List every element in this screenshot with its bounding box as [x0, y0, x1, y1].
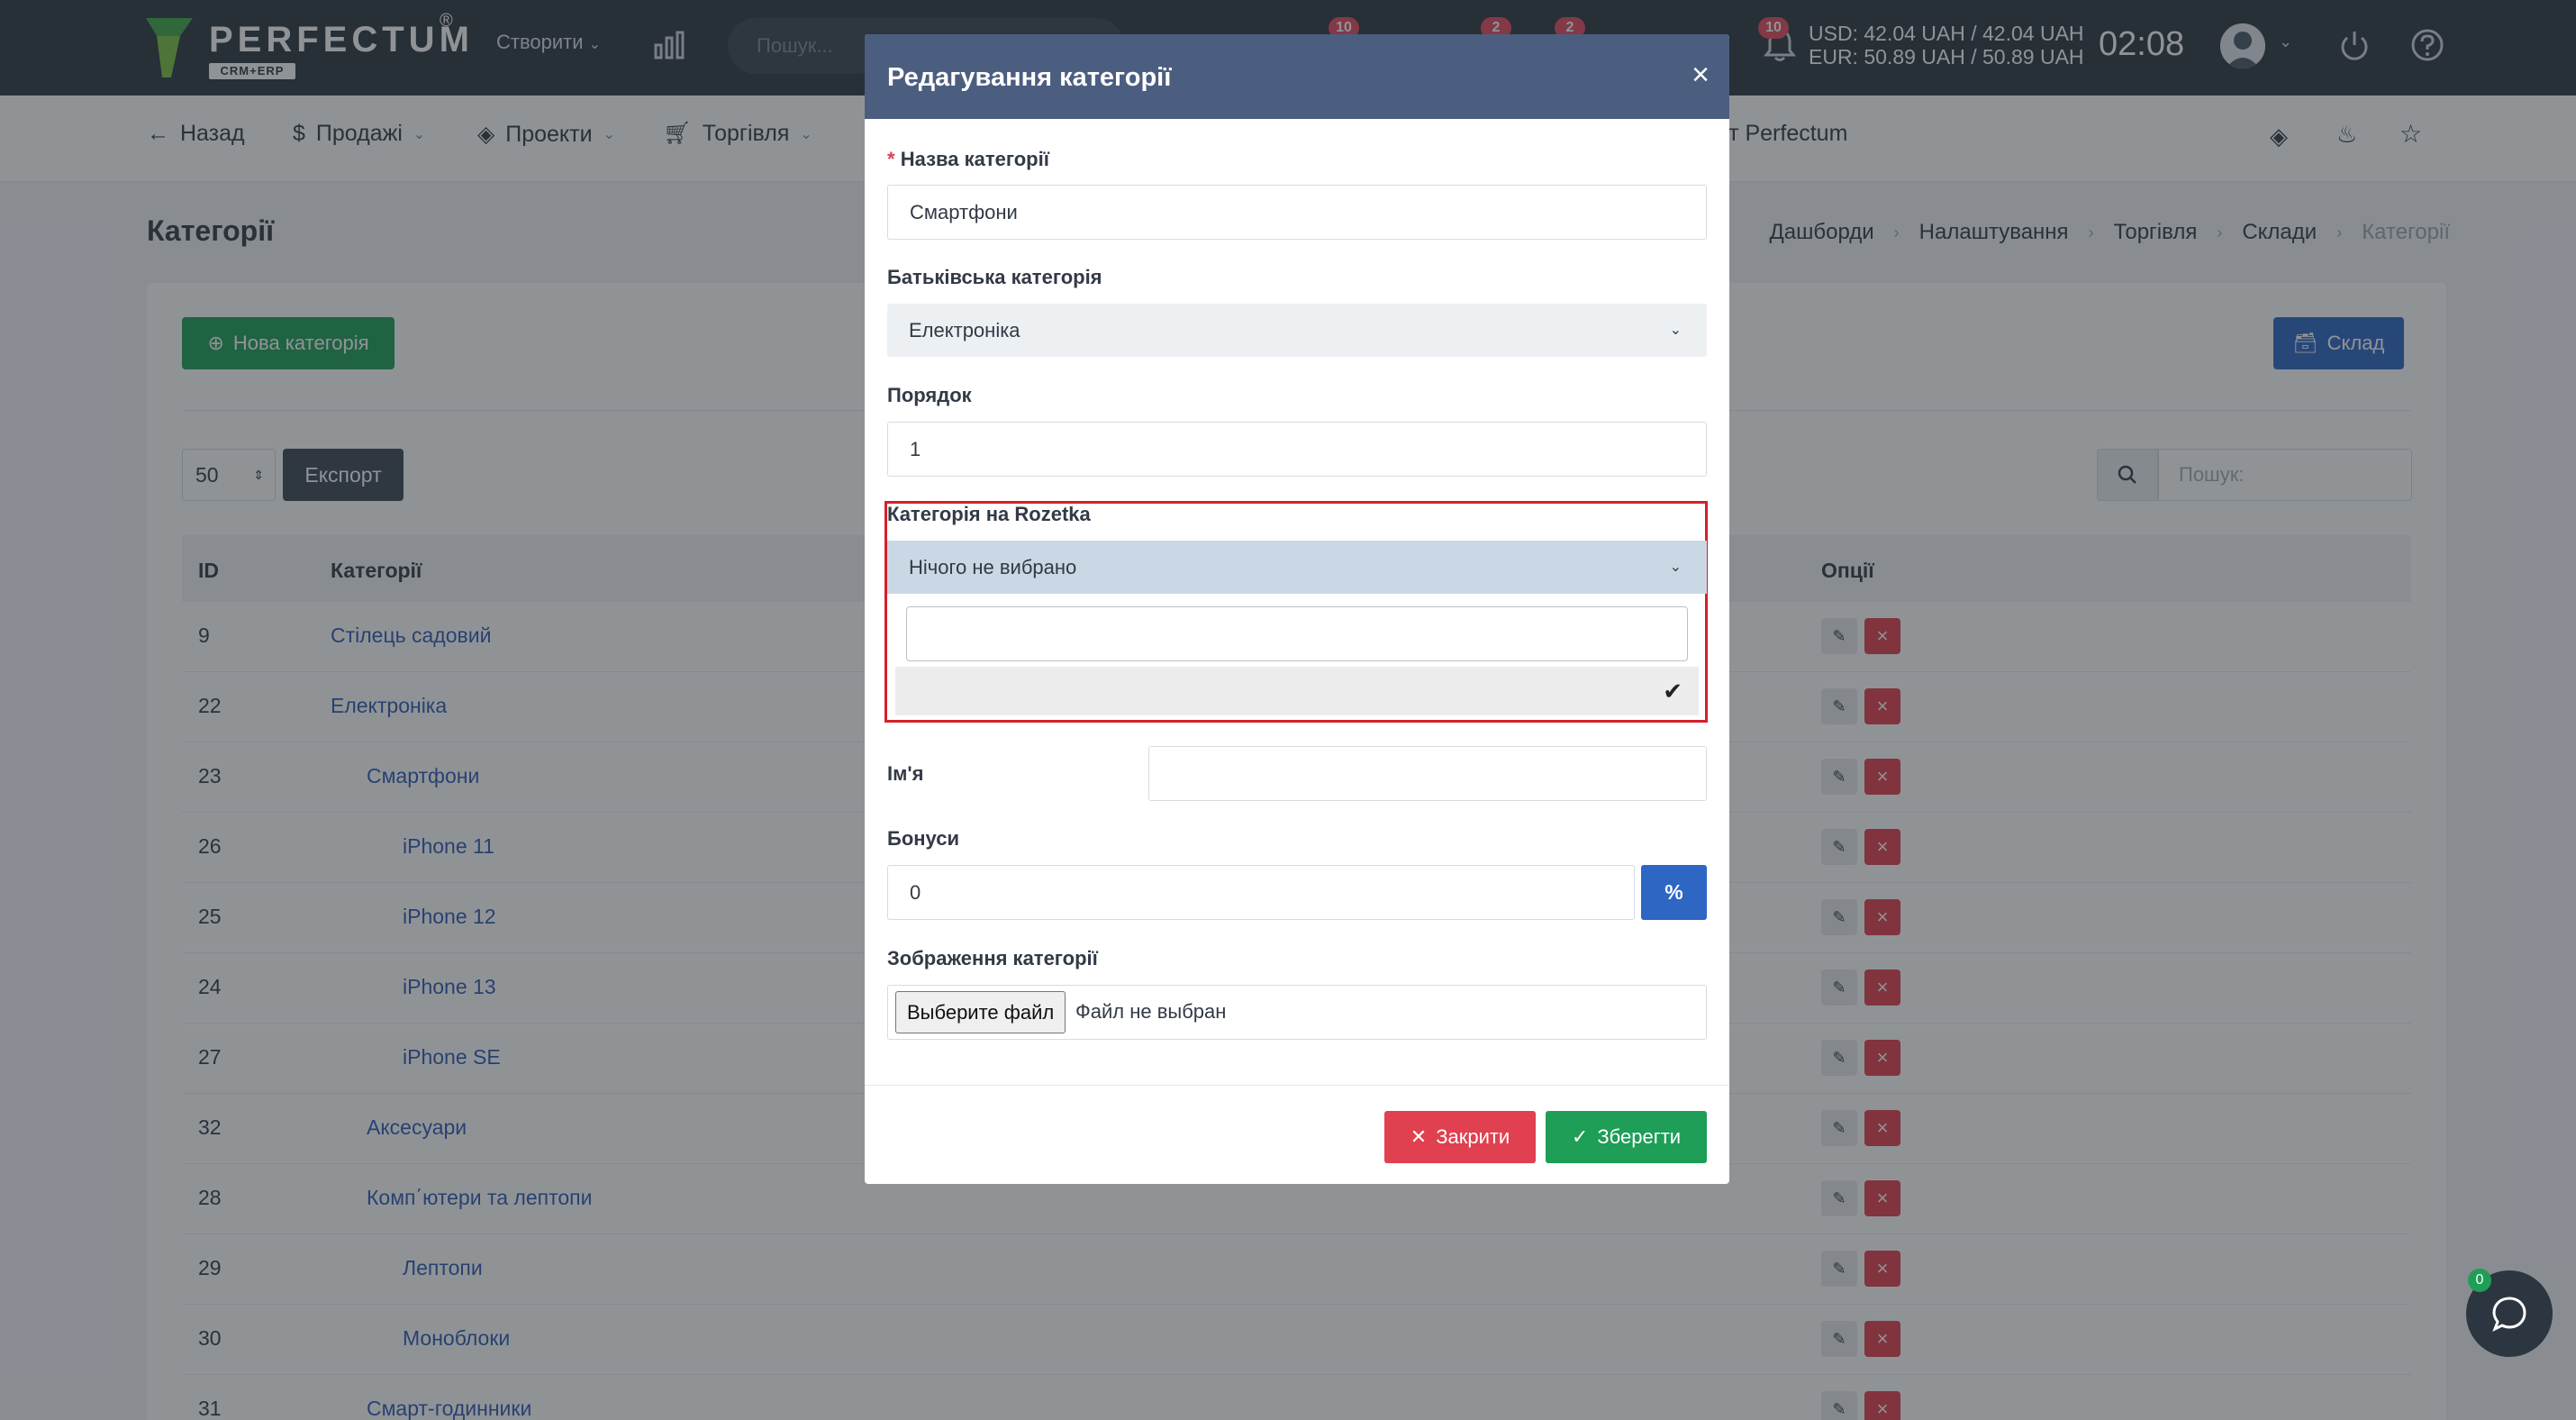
close-button[interactable]: ✕ Закрити	[1384, 1111, 1536, 1163]
modal-title: Редагування категорії	[887, 63, 1172, 92]
save-button-label: Зберегти	[1597, 1125, 1682, 1148]
bonus-input[interactable]: 0	[887, 865, 1635, 920]
name-input[interactable]	[1148, 746, 1707, 801]
category-name-input[interactable]: Смартфони	[887, 185, 1707, 240]
parent-category-select[interactable]: Електроніка ⌄	[887, 304, 1707, 357]
order-input[interactable]: 1	[887, 422, 1707, 477]
name-label: Ім'я	[887, 762, 924, 785]
category-image-label: Зображення категорії	[887, 947, 1098, 969]
chevron-down-icon: ⌄	[1669, 560, 1682, 575]
rozetka-category-value: Нічого не вибрано	[909, 556, 1077, 578]
parent-category-value: Електроніка	[909, 319, 1020, 341]
percent-button[interactable]: %	[1641, 865, 1707, 920]
required-mark: *	[887, 148, 895, 170]
rozetka-category-select[interactable]: Нічого не вибрано ⌄	[887, 541, 1707, 594]
bonus-label: Бонуси	[887, 827, 959, 850]
file-input: Выберите файл Файл не выбран	[887, 985, 1707, 1040]
edit-category-modal: Редагування категорії × * Назва категорі…	[865, 34, 1729, 1184]
modal-footer-divider	[865, 1085, 1729, 1086]
close-button-label: Закрити	[1436, 1125, 1510, 1148]
rozetka-option-selected[interactable]: ✔	[895, 667, 1699, 715]
category-name-label-text: Назва категорії	[900, 148, 1049, 170]
file-status: Файл не выбран	[1075, 1000, 1227, 1023]
chevron-down-icon: ⌄	[1669, 323, 1682, 338]
save-button[interactable]: ✓ Зберегти	[1546, 1111, 1707, 1163]
order-label: Порядок	[887, 384, 972, 406]
check-icon: ✓	[1571, 1125, 1589, 1148]
close-icon: ✕	[1410, 1125, 1428, 1148]
check-icon: ✔	[1663, 678, 1683, 705]
rozetka-category-label: Категорія на Rozetka	[887, 503, 1091, 525]
rozetka-search-input[interactable]	[906, 606, 1688, 661]
close-icon[interactable]: ×	[1692, 58, 1710, 93]
chat-icon	[2492, 1297, 2526, 1333]
parent-category-label: Батьківська категорія	[887, 266, 1102, 288]
choose-file-button[interactable]: Выберите файл	[895, 991, 1066, 1033]
category-name-label: * Назва категорії	[887, 148, 1049, 171]
chat-badge: 0	[2468, 1269, 2491, 1292]
